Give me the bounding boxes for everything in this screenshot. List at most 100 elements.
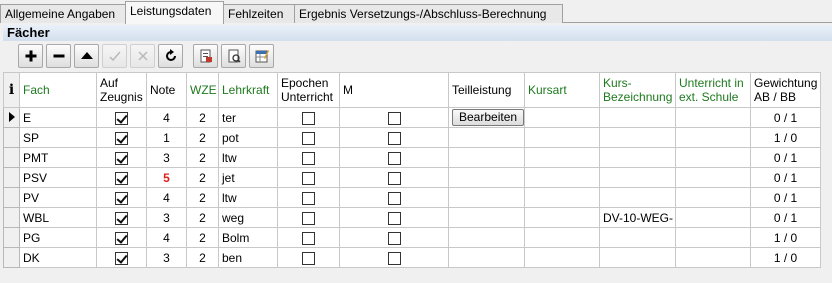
refresh-button[interactable] xyxy=(158,44,183,68)
tab-leistungsdaten[interactable]: Leistungsdaten xyxy=(125,1,224,24)
m-checkbox[interactable] xyxy=(387,231,401,245)
cell-epochen[interactable] xyxy=(277,207,340,228)
cell-note[interactable]: 4 xyxy=(146,187,187,208)
table-row[interactable]: SP 1 2 pot 1 / 0 xyxy=(3,127,821,148)
cell-kurs-bezeichnung[interactable] xyxy=(599,167,676,188)
cell-auf-zeugnis[interactable] xyxy=(96,127,147,148)
cell-unterricht-ext[interactable] xyxy=(675,167,751,188)
cell-lehrkraft[interactable]: ltw xyxy=(218,187,278,208)
cell-teilleistung[interactable] xyxy=(448,247,525,268)
epochen-checkbox[interactable] xyxy=(302,131,315,145)
cell-wze[interactable]: 2 xyxy=(186,227,219,248)
cell-kurs-bezeichnung[interactable] xyxy=(599,107,676,128)
table-row[interactable]: WBL 3 2 weg DV-10-WEG- 0 / 1 xyxy=(3,207,821,228)
column-header-wze[interactable]: WZE xyxy=(186,72,219,108)
m-checkbox[interactable] xyxy=(387,251,401,265)
auf-zeugnis-checkbox[interactable] xyxy=(115,151,128,165)
tab-allgemeine-angaben[interactable]: Allgemeine Angaben xyxy=(0,4,126,23)
row-header[interactable] xyxy=(3,147,20,168)
cell-note[interactable]: 4 xyxy=(146,227,187,248)
cell-m[interactable] xyxy=(339,207,449,228)
tab-fehlzeiten[interactable]: Fehlzeiten xyxy=(223,4,295,23)
m-checkbox[interactable] xyxy=(387,191,401,205)
cell-teilleistung[interactable] xyxy=(448,167,525,188)
cell-teilleistung[interactable] xyxy=(448,187,525,208)
m-checkbox[interactable] xyxy=(387,151,401,165)
cell-auf-zeugnis[interactable] xyxy=(96,167,147,188)
cell-fach[interactable]: PMT xyxy=(19,147,97,168)
column-header-m[interactable]: M xyxy=(339,72,449,108)
column-header-lehrkraft[interactable]: Lehrkraft xyxy=(218,72,278,108)
column-header-unterricht-ext[interactable]: Unterricht in ext. Schule xyxy=(675,72,751,108)
confirm-button[interactable] xyxy=(102,44,127,68)
auf-zeugnis-checkbox[interactable] xyxy=(115,131,128,145)
edit-table-button[interactable] xyxy=(249,44,274,68)
cell-kursart[interactable] xyxy=(524,167,600,188)
auf-zeugnis-checkbox[interactable] xyxy=(115,211,128,225)
cell-m[interactable] xyxy=(339,127,449,148)
cell-gewichtung[interactable]: 0 / 1 xyxy=(750,207,821,228)
cell-teilleistung[interactable]: Bearbeiten xyxy=(448,107,525,128)
column-header-kursart[interactable]: Kursart xyxy=(524,72,600,108)
cell-wze[interactable]: 2 xyxy=(186,107,219,128)
cell-lehrkraft[interactable]: ltw xyxy=(218,147,278,168)
cell-m[interactable] xyxy=(339,187,449,208)
cell-kursart[interactable] xyxy=(524,187,600,208)
cell-fach[interactable]: PV xyxy=(19,187,97,208)
epochen-checkbox[interactable] xyxy=(302,231,315,245)
cell-teilleistung[interactable] xyxy=(448,207,525,228)
cell-auf-zeugnis[interactable] xyxy=(96,107,147,128)
m-checkbox[interactable] xyxy=(387,131,401,145)
cell-kurs-bezeichnung[interactable]: DV-10-WEG- xyxy=(599,207,676,228)
cell-gewichtung[interactable]: 0 / 1 xyxy=(750,187,821,208)
move-up-button[interactable] xyxy=(74,44,99,68)
table-row[interactable]: PV 4 2 ltw 0 / 1 xyxy=(3,187,821,208)
cell-kursart[interactable] xyxy=(524,207,600,228)
cell-wze[interactable]: 2 xyxy=(186,247,219,268)
column-header-auf-zeugnis[interactable]: Auf Zeugnis xyxy=(96,72,147,108)
cell-gewichtung[interactable]: 0 / 1 xyxy=(750,167,821,188)
cell-fach[interactable]: DK xyxy=(19,247,97,268)
cell-gewichtung[interactable]: 0 / 1 xyxy=(750,107,821,128)
cell-wze[interactable]: 2 xyxy=(186,187,219,208)
cell-kurs-bezeichnung[interactable] xyxy=(599,147,676,168)
cell-note[interactable]: 1 xyxy=(146,127,187,148)
column-header-teilleistung[interactable]: Teilleistung xyxy=(448,72,525,108)
table-row[interactable]: PMT 3 2 ltw 0 / 1 xyxy=(3,147,821,168)
cell-epochen[interactable] xyxy=(277,167,340,188)
cell-kursart[interactable] xyxy=(524,107,600,128)
row-header[interactable] xyxy=(3,187,20,208)
cell-m[interactable] xyxy=(339,107,449,128)
column-header-epochen[interactable]: Epochen Unterricht xyxy=(277,72,340,108)
table-row[interactable]: PSV 5 2 jet 0 / 1 xyxy=(3,167,821,188)
cell-kurs-bezeichnung[interactable] xyxy=(599,227,676,248)
row-header[interactable] xyxy=(3,127,20,148)
tab-ergebnis-versetzung[interactable]: Ergebnis Versetzungs-/Abschluss-Berechnu… xyxy=(294,4,563,23)
cell-auf-zeugnis[interactable] xyxy=(96,187,147,208)
cell-m[interactable] xyxy=(339,167,449,188)
cell-fach[interactable]: SP xyxy=(19,127,97,148)
cell-auf-zeugnis[interactable] xyxy=(96,147,147,168)
cell-auf-zeugnis[interactable] xyxy=(96,247,147,268)
cell-kurs-bezeichnung[interactable] xyxy=(599,187,676,208)
cell-lehrkraft[interactable]: ben xyxy=(218,247,278,268)
auf-zeugnis-checkbox[interactable] xyxy=(115,111,128,125)
cell-kurs-bezeichnung[interactable] xyxy=(599,247,676,268)
table-row[interactable]: PG 4 2 Bolm 1 / 0 xyxy=(3,227,821,248)
cell-note[interactable]: 3 xyxy=(146,247,187,268)
cell-fach[interactable]: WBL xyxy=(19,207,97,228)
cell-teilleistung[interactable] xyxy=(448,127,525,148)
epochen-checkbox[interactable] xyxy=(302,151,315,165)
table-row[interactable]: E 4 2 ter Bearbeiten 0 / 1 xyxy=(3,107,821,128)
auf-zeugnis-checkbox[interactable] xyxy=(115,251,128,265)
row-header[interactable] xyxy=(3,247,20,268)
cell-unterricht-ext[interactable] xyxy=(675,127,751,148)
cell-fach[interactable]: PG xyxy=(19,227,97,248)
cell-auf-zeugnis[interactable] xyxy=(96,207,147,228)
cell-epochen[interactable] xyxy=(277,187,340,208)
cell-fach[interactable]: PSV xyxy=(19,167,97,188)
cell-unterricht-ext[interactable] xyxy=(675,107,751,128)
cell-unterricht-ext[interactable] xyxy=(675,247,751,268)
m-checkbox[interactable] xyxy=(387,171,401,185)
cell-kursart[interactable] xyxy=(524,247,600,268)
